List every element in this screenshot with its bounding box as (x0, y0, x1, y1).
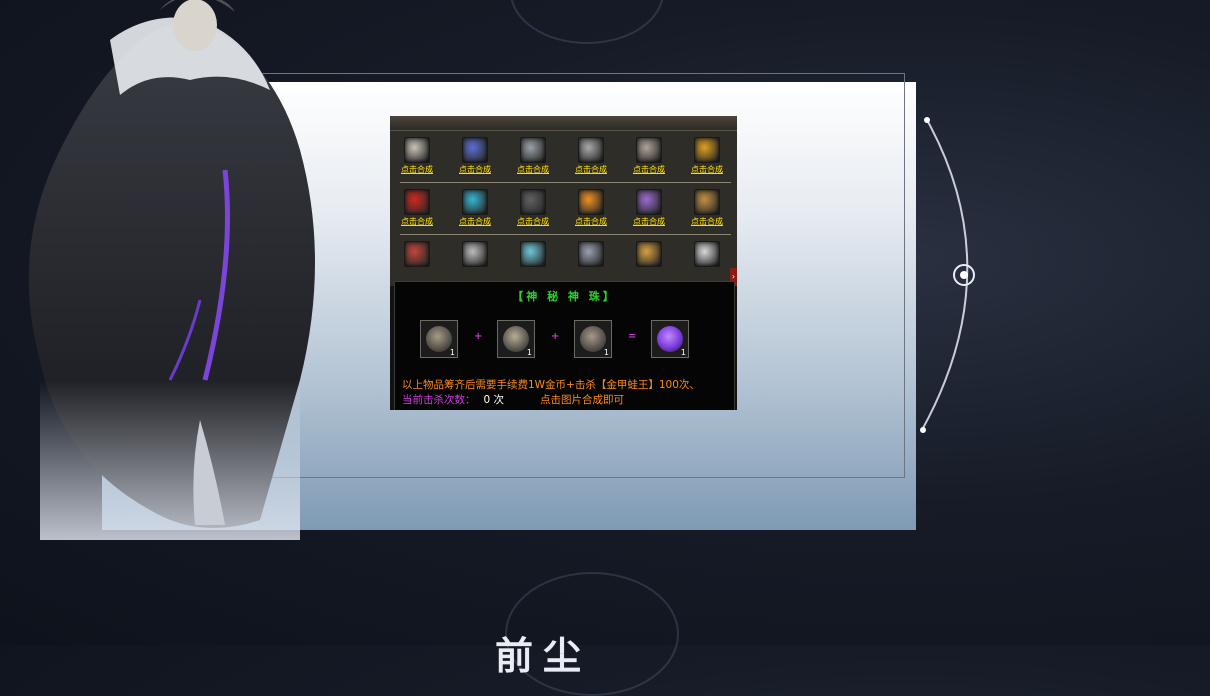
synthesize-link[interactable]: 点击合成 (682, 164, 732, 175)
ingredient-qty: 1 (603, 348, 609, 357)
item-cell[interactable]: 点击合成 (566, 131, 616, 175)
kill-count-line: 当前击杀次数： 0 次 点击图片合成即可 (402, 392, 624, 407)
item-cell[interactable]: 点击合成 (624, 131, 674, 175)
ingredient-slot-1[interactable]: 1 (420, 320, 458, 358)
section-title: 前尘 (495, 633, 592, 678)
dagger-icon[interactable] (636, 137, 662, 163)
ingredient-slot-2[interactable]: 1 (497, 320, 535, 358)
item-cell[interactable] (508, 235, 558, 267)
synthesis-window: 点击合成 点击合成 点击合成 点击合成 点击合成 点击合成 点击合成 点击合成 点击合成 点击合成… (390, 116, 737, 410)
gold-crystal-icon[interactable] (578, 189, 604, 215)
bracelet-icon (503, 326, 529, 352)
kill-count-value: 0 次 (483, 394, 505, 406)
synthesize-link[interactable]: 点击合成 (508, 164, 558, 175)
result-slot[interactable]: 1 (651, 320, 689, 358)
synthesize-link[interactable]: 点击合成 (624, 164, 674, 175)
sword-icon[interactable] (520, 137, 546, 163)
item-grid: 点击合成 点击合成 点击合成 点击合成 点击合成 点击合成 点击合成 点击合成 点击合成 点击合成… (390, 131, 737, 286)
purple-ring-icon[interactable] (636, 189, 662, 215)
item-cell[interactable] (566, 235, 616, 267)
amber-ring-icon[interactable] (694, 189, 720, 215)
item-cell[interactable] (682, 235, 732, 267)
recipe-panel: 【神 秘 神 珠】 1 + 1 + 1 = 1 以上物品筹齐后需要手续费1W金币… (394, 281, 735, 410)
synthesize-link[interactable]: 点击合成 (392, 164, 442, 175)
item-cell[interactable]: 点击合成 (392, 183, 442, 227)
item-row: 点击合成 点击合成 点击合成 点击合成 点击合成 点击合成 (390, 183, 737, 235)
synthesize-link[interactable]: 点击合成 (624, 216, 674, 227)
steel-ring-icon[interactable] (578, 241, 604, 267)
item-cell[interactable]: 点击合成 (624, 183, 674, 227)
recipe-title: 【神 秘 神 珠】 (512, 290, 617, 303)
red-crystal-icon[interactable] (404, 189, 430, 215)
white-ring-icon[interactable] (694, 241, 720, 267)
gold-helmet-icon[interactable] (694, 137, 720, 163)
ruby-ring-icon[interactable] (404, 241, 430, 267)
item-cell[interactable] (450, 235, 500, 267)
axe-icon[interactable] (578, 137, 604, 163)
synthesize-link[interactable]: 点击合成 (508, 216, 558, 227)
synthesize-link[interactable]: 点击合成 (566, 164, 616, 175)
item-cell[interactable]: 点击合成 (508, 183, 558, 227)
requirement-text: 以上物品筹齐后需要手续费1W金币+击杀【金甲蛙王】100次、 (402, 379, 700, 391)
item-cell[interactable] (392, 235, 442, 267)
plus-sign: + (551, 331, 560, 342)
armor-piece-icon (426, 326, 452, 352)
ingredient-qty: 1 (449, 348, 455, 357)
item-row (390, 235, 737, 287)
synthesize-hint[interactable]: 点击图片合成即可 (540, 394, 624, 406)
item-cell[interactable]: 点击合成 (450, 183, 500, 227)
equals-sign: = (628, 331, 637, 342)
aqua-ring-icon[interactable] (520, 241, 546, 267)
ingredient-slot-3[interactable]: 1 (574, 320, 612, 358)
item-cell[interactable]: 点击合成 (392, 131, 442, 175)
synthesize-link[interactable]: 点击合成 (450, 216, 500, 227)
hero-character-illustration (28, 0, 315, 540)
orbit-arc-decoration (920, 117, 975, 433)
kill-count-label: 当前击杀次数： (402, 394, 476, 406)
black-ring-icon[interactable] (520, 189, 546, 215)
item-cell[interactable]: 点击合成 (450, 131, 500, 175)
item-cell[interactable] (624, 235, 674, 267)
item-cell[interactable]: 点击合成 (566, 183, 616, 227)
silver-ring-icon[interactable] (462, 241, 488, 267)
gauntlet-icon (580, 326, 606, 352)
item-cell[interactable]: 点击合成 (508, 131, 558, 175)
synthesize-link[interactable]: 点击合成 (392, 216, 442, 227)
synthesize-link[interactable]: 点击合成 (450, 164, 500, 175)
mystic-orb-icon (657, 326, 683, 352)
synthesize-link[interactable]: 点击合成 (682, 216, 732, 227)
ingredient-qty: 1 (526, 348, 532, 357)
synthesize-link[interactable]: 点击合成 (566, 216, 616, 227)
item-cell[interactable]: 点击合成 (682, 183, 732, 227)
helmet-icon[interactable] (404, 137, 430, 163)
item-row: 点击合成 点击合成 点击合成 点击合成 点击合成 点击合成 (390, 131, 737, 183)
blue-armor-icon[interactable] (462, 137, 488, 163)
top-emblem (510, 0, 664, 44)
plus-sign: + (474, 331, 483, 342)
item-cell[interactable]: 点击合成 (682, 131, 732, 175)
gold-bracelet-icon[interactable] (636, 241, 662, 267)
window-topbar (390, 116, 737, 131)
result-qty: 1 (680, 348, 686, 357)
blue-crystal-icon[interactable] (462, 189, 488, 215)
